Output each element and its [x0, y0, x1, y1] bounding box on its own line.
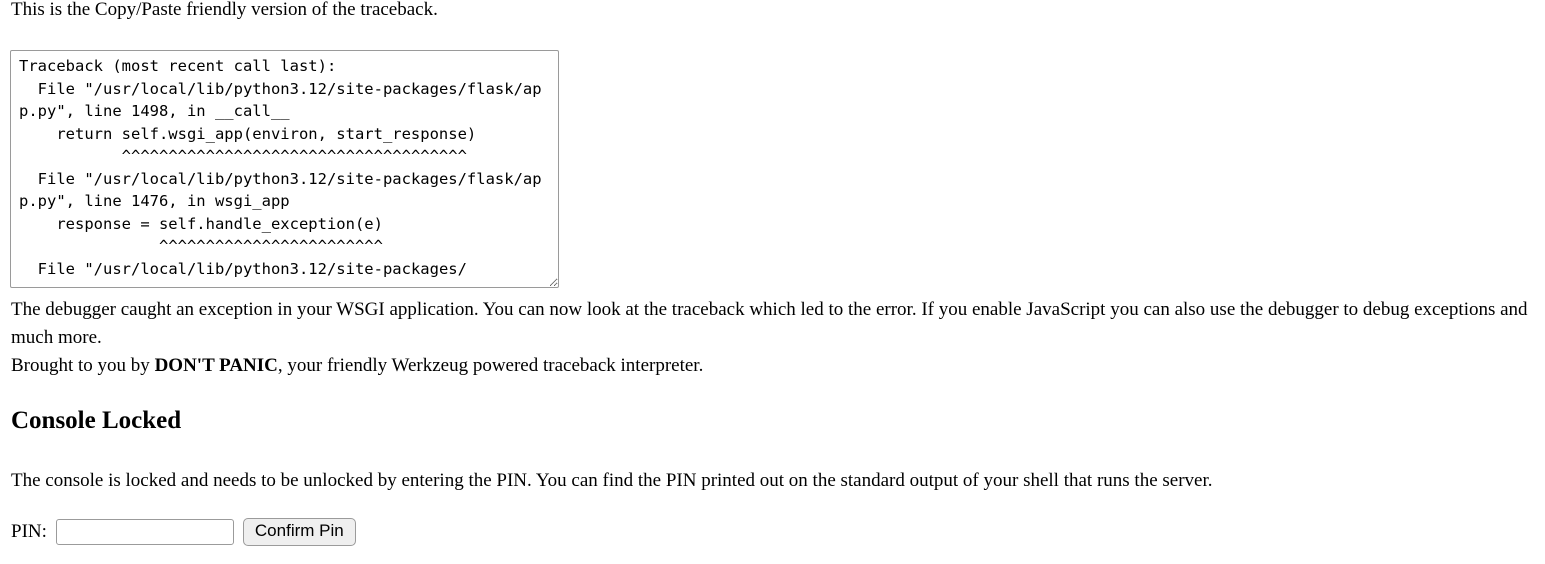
brought-to-you-suffix: , your friendly Werkzeug powered traceba… [277, 355, 704, 376]
debugger-description-line-2: Brought to you by DON'T PANIC, your frie… [11, 352, 1545, 380]
traceback-textarea[interactable] [10, 50, 559, 288]
debugger-description: The debugger caught an exception in your… [11, 296, 1545, 380]
dont-panic-brand: DON'T PANIC [154, 355, 278, 376]
console-locked-heading: Console Locked [11, 407, 182, 434]
copy-paste-intro-text: This is the Copy/Paste friendly version … [11, 0, 438, 20]
pin-form: PIN: Confirm Pin [11, 518, 356, 546]
werkzeug-debugger-page: This is the Copy/Paste friendly version … [0, 0, 1545, 564]
debugger-description-line-1: The debugger caught an exception in your… [11, 299, 1528, 348]
confirm-pin-button[interactable]: Confirm Pin [242, 518, 356, 546]
pin-label: PIN: [11, 521, 47, 542]
console-locked-description: The console is locked and needs to be un… [11, 470, 1213, 491]
brought-to-you-prefix: Brought to you by [11, 355, 155, 376]
pin-input[interactable] [55, 519, 234, 545]
